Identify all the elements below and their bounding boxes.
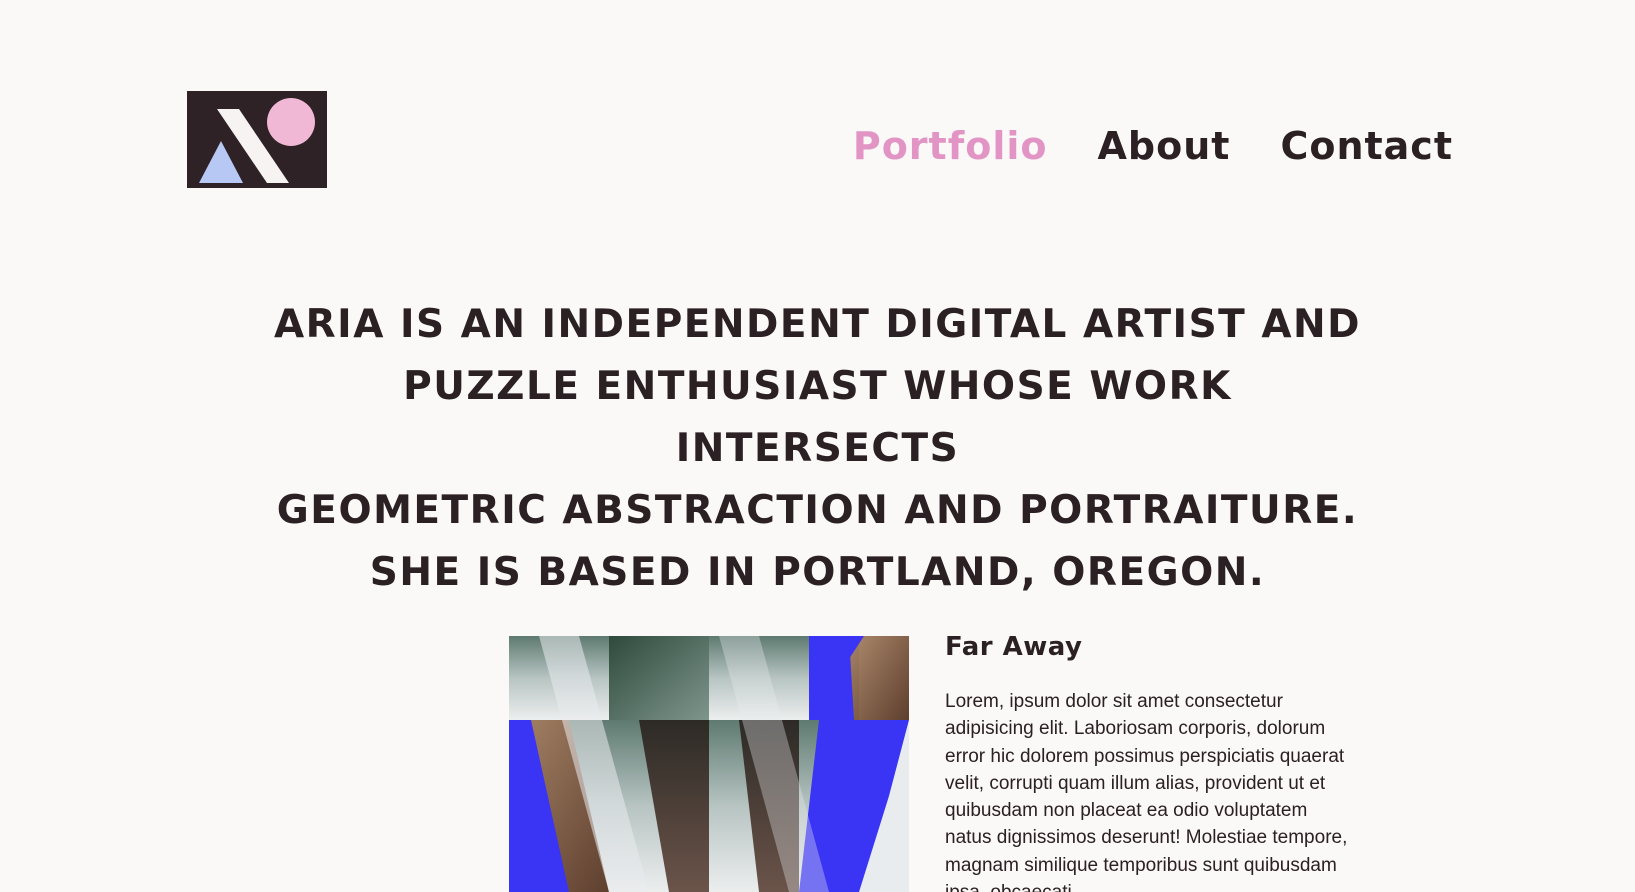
artwork-far-away[interactable] (509, 636, 909, 892)
logo[interactable] (187, 91, 327, 188)
nav-contact[interactable]: Contact (1280, 118, 1453, 174)
artwork-description: Lorem, ipsum dolor sit amet consectetur … (945, 691, 1348, 892)
nav-about[interactable]: About (1098, 118, 1231, 174)
hero-line: PUZZLE ENTHUSIAST WHOSE WORK INTERSECTS (403, 364, 1232, 471)
nav-portfolio[interactable]: Portfolio (853, 118, 1048, 174)
hero-statement: ARIA IS AN INDEPENDENT DIGITAL ARTIST AN… (260, 294, 1375, 604)
artwork-title: Far Away (945, 632, 1083, 662)
hero-line: SHE IS BASED IN PORTLAND, OREGON. (369, 550, 1266, 595)
main-nav: Portfolio About Contact (853, 118, 1453, 174)
logo-mark-icon (187, 91, 327, 188)
artwork-image (509, 636, 909, 892)
hero-line: ARIA IS AN INDEPENDENT DIGITAL ARTIST AN… (273, 302, 1362, 347)
hero-line: GEOMETRIC ABSTRACTION AND PORTRAITURE. (276, 488, 1359, 533)
page: Portfolio About Contact ARIA IS AN INDEP… (0, 0, 1635, 892)
